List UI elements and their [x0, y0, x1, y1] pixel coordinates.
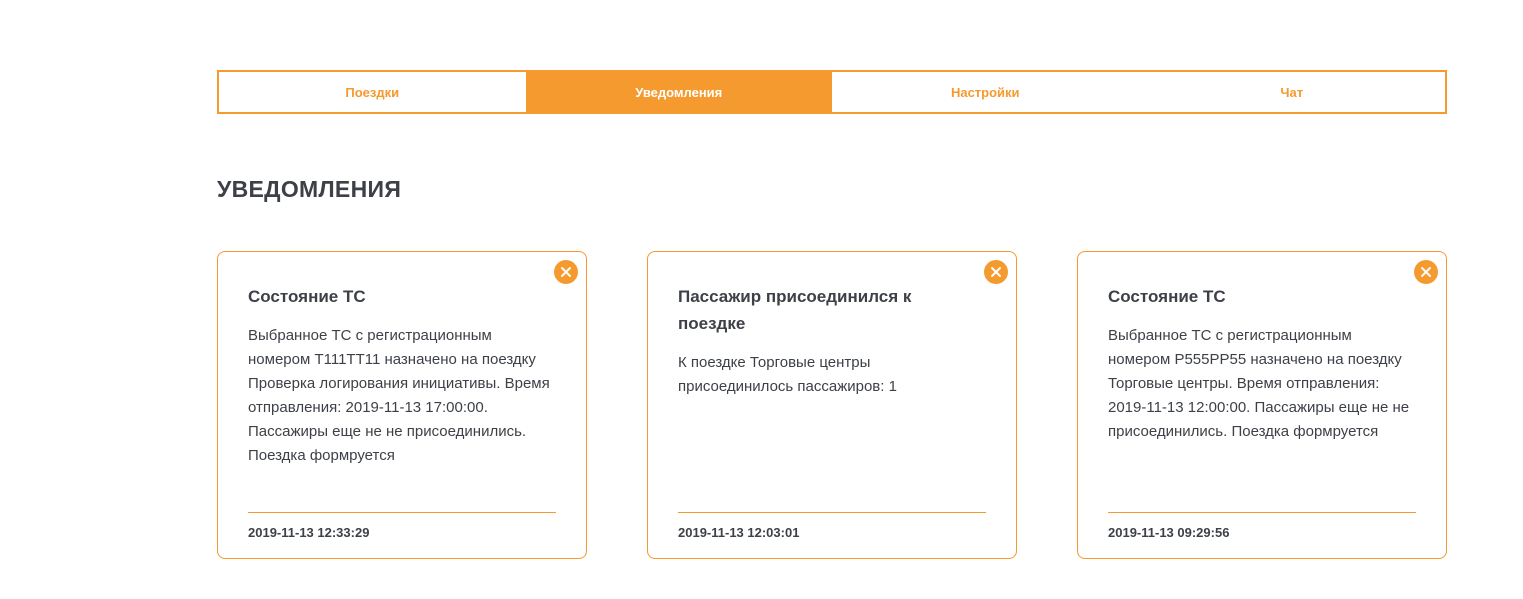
tab-notifications[interactable]: Уведомления — [525, 72, 832, 112]
notification-date: 2019-11-13 09:29:56 — [1108, 525, 1230, 540]
tab-bar: Поездки Уведомления Настройки Чат — [217, 70, 1447, 114]
notification-text: Выбранное ТС с регистрационным номером Р… — [1108, 327, 1410, 440]
notification-card: Пассажир присоединился к поездке К поезд… — [647, 251, 1017, 559]
tab-settings[interactable]: Настройки — [832, 72, 1139, 112]
tab-trips[interactable]: Поездки — [219, 72, 526, 112]
close-icon — [561, 267, 571, 277]
notification-text: К поездке Торговые центры присоединилось… — [678, 354, 897, 395]
notification-title: Состояние ТС — [1108, 287, 1226, 306]
close-button[interactable] — [984, 260, 1008, 284]
page-title: УВЕДОМЛЕНИЯ — [217, 176, 402, 202]
divider — [678, 512, 986, 513]
close-button[interactable] — [1414, 260, 1438, 284]
notification-text: Выбранное ТС с регистрационным номером Т… — [248, 327, 550, 464]
divider — [248, 512, 556, 513]
notification-title: Пассажир присоединился к поездке — [678, 287, 912, 333]
notification-card: Состояние ТС Выбранное ТС с регистрацион… — [217, 251, 587, 559]
divider — [1108, 512, 1416, 513]
notification-title: Состояние ТС — [248, 287, 366, 306]
close-icon — [1421, 267, 1431, 277]
notification-date: 2019-11-13 12:03:01 — [678, 525, 800, 540]
close-icon — [991, 267, 1001, 277]
tab-chat[interactable]: Чат — [1138, 72, 1445, 112]
notifications-list: Состояние ТС Выбранное ТС с регистрацион… — [217, 251, 1447, 559]
close-button[interactable] — [554, 260, 578, 284]
notification-card: Состояние ТС Выбранное ТС с регистрацион… — [1077, 251, 1447, 559]
notification-date: 2019-11-13 12:33:29 — [248, 525, 370, 540]
